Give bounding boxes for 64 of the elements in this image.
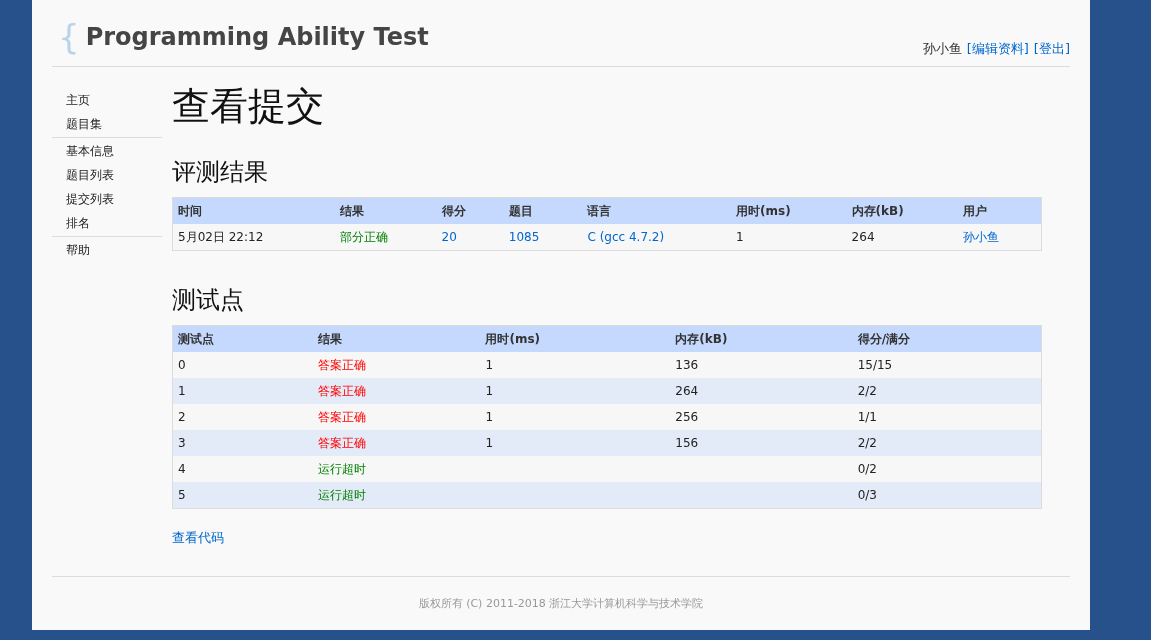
view-code-link[interactable]: 查看代码 xyxy=(172,529,224,547)
column-header: 内存(kB) xyxy=(846,197,959,224)
table-cell: 5 xyxy=(172,482,314,509)
page-title: 查看提交 xyxy=(172,83,325,130)
column-header: 内存(kB) xyxy=(670,325,853,352)
table-cell: 3 xyxy=(172,430,314,456)
table-cell: 2/2 xyxy=(852,378,1042,404)
table-cell: 答案正确 xyxy=(313,430,481,456)
table-cell: 0/3 xyxy=(852,482,1042,509)
site-title[interactable]: Programming Ability Test xyxy=(85,23,429,51)
sidebar-item[interactable]: 基本信息 xyxy=(52,139,162,163)
table-cell: 156 xyxy=(670,430,853,456)
column-header: 结果 xyxy=(313,325,481,352)
table-link[interactable]: 20 xyxy=(436,224,504,251)
logo-brace: { xyxy=(58,18,80,56)
table-cell: 4 xyxy=(172,456,314,482)
column-header: 结果 xyxy=(334,197,437,224)
column-header: 得分/满分 xyxy=(852,325,1042,352)
section-heading: 测试点 xyxy=(172,285,245,315)
table-cell: 答案正确 xyxy=(313,404,481,430)
copyright-text: 版权所有 (C) 2011-2018 浙江大学计算机科学与技术学院 xyxy=(418,595,704,611)
table-cell: 2/2 xyxy=(852,430,1042,456)
column-header: 得分 xyxy=(436,197,504,224)
column-header: 测试点 xyxy=(172,325,314,352)
table-cell: 0/2 xyxy=(852,456,1042,482)
table-cell: 1 xyxy=(480,404,671,430)
column-header: 语言 xyxy=(582,197,732,224)
table-cell: 256 xyxy=(670,404,853,430)
user-name: 孙小鱼 xyxy=(922,40,962,58)
table-cell: 15/15 xyxy=(852,352,1042,378)
table-link[interactable]: 1085 xyxy=(503,224,583,251)
column-header: 用时(ms) xyxy=(731,197,847,224)
table-cell: 1 xyxy=(480,378,671,404)
column-header: 用户 xyxy=(958,197,1042,224)
table-cell: 264 xyxy=(670,378,853,404)
table-cell: 264 xyxy=(846,224,959,251)
table-cell: 2 xyxy=(172,404,314,430)
header-link[interactable]: [编辑资料] xyxy=(966,40,1029,58)
table-cell: 5月02日 22:12 xyxy=(172,224,335,251)
sidebar-item[interactable]: 主页 xyxy=(52,88,162,112)
column-header: 题目 xyxy=(503,197,583,224)
table-cell: 运行超时 xyxy=(313,482,481,509)
table-cell: 1 xyxy=(731,224,847,251)
sidebar-item[interactable]: 帮助 xyxy=(52,238,162,262)
table-cell: 136 xyxy=(670,352,853,378)
table-cell: 1/1 xyxy=(852,404,1042,430)
table-cell: 1 xyxy=(172,378,314,404)
table-cell: 1 xyxy=(480,352,671,378)
table-cell: 1 xyxy=(480,430,671,456)
sidebar-item[interactable]: 排名 xyxy=(52,211,162,235)
column-header: 时间 xyxy=(172,197,335,224)
table-cell: 部分正确 xyxy=(334,224,437,251)
table-link[interactable]: 孙小鱼 xyxy=(958,224,1042,251)
sidebar-item[interactable]: 提交列表 xyxy=(52,187,162,211)
table-cell: 答案正确 xyxy=(313,352,481,378)
table-cell: 0 xyxy=(172,352,314,378)
sidebar-item[interactable]: 题目列表 xyxy=(52,163,162,187)
section-heading: 评测结果 xyxy=(172,157,269,187)
table-cell: 答案正确 xyxy=(313,378,481,404)
header-link[interactable]: [登出] xyxy=(1033,40,1070,58)
table-cell: 运行超时 xyxy=(313,456,481,482)
column-header: 用时(ms) xyxy=(480,325,671,352)
table-link[interactable]: C (gcc 4.7.2) xyxy=(582,224,732,251)
sidebar-item[interactable]: 题目集 xyxy=(52,112,162,136)
